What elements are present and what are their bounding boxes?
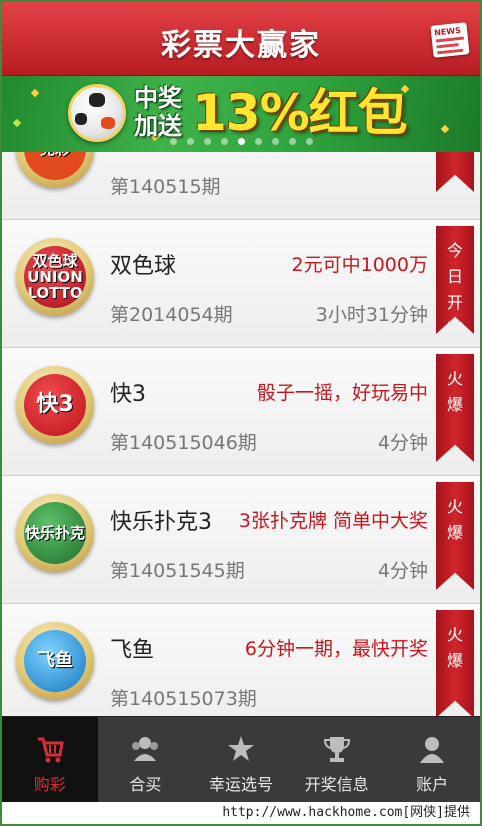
tab-label: 购彩 [33, 775, 66, 794]
ribbon-badge: 今 日 开 奖 [436, 226, 474, 334]
lottery-promo: 2元可中1000万 [291, 254, 428, 276]
lottery-row-shuangseqiu[interactable]: 双色球 UNION LOTTO 双色球 2元可中1000万 第2014054期 … [2, 220, 480, 348]
lottery-list: 竞彩 第140515期 奖 双色球 UNION LOTTO 双色球 2元可中10… [2, 152, 480, 716]
user-icon [420, 737, 445, 763]
app-title: 彩票大赢家 [161, 28, 321, 63]
tab-label: 幸运选号 [208, 775, 273, 794]
watermark-footer: http://www.hackhome.com[网侠]提供 [2, 802, 480, 824]
lottery-row-kuai3[interactable]: 快3 快3 骰子一摇，好玩易中 第140515046期 4分钟 火 爆 [2, 348, 480, 476]
lottery-issue: 第14051545期 [110, 560, 245, 582]
tab-buy-lottery[interactable]: 购彩 [2, 717, 98, 802]
lottery-promo: 6分钟一期，最快开奖 [244, 638, 428, 660]
lottery-issue: 第140515073期 [110, 688, 257, 710]
tab-label: 合买 [129, 775, 162, 794]
tab-group-buy[interactable]: 合买 [98, 717, 194, 802]
tab-account[interactable]: 账户 [384, 717, 480, 802]
banner-pagination [2, 130, 480, 149]
news-tag: NEWS [433, 25, 462, 38]
lottery-name: 快3 [110, 382, 146, 407]
lottery-promo: 骰子一摇，好玩易中 [256, 382, 428, 404]
ribbon-badge: 火 爆 [436, 354, 474, 462]
lottery-row-feiyu[interactable]: 飞鱼 飞鱼 6分钟一期，最快开奖 第140515073期 火 爆 [2, 604, 480, 716]
ribbon-badge: 火 爆 [436, 482, 474, 590]
lottery-name: 双色球 [110, 254, 177, 279]
lottery-name: 快乐扑克3 [110, 510, 212, 535]
lottery-row-poker[interactable]: 快乐扑克 快乐扑克3 3张扑克牌 简单中大奖 第14051545期 4分钟 火 … [2, 476, 480, 604]
lottery-issue: 第2014054期 [110, 304, 233, 326]
bottom-tab-bar: 购彩 合买 幸运选号 开奖信息 账户 [2, 716, 480, 802]
ribbon-badge: 火 爆 [436, 610, 474, 716]
ribbon-badge: 奖 [436, 152, 474, 192]
countdown: 4分钟 [377, 560, 428, 582]
tab-lucky-pick[interactable]: 幸运选号 [193, 717, 289, 802]
lottery-issue: 第140515期 [110, 176, 221, 198]
news-icon[interactable]: NEWS [430, 22, 470, 58]
jingcai-icon: 竞彩 [16, 152, 94, 188]
app-frame: 彩票大赢家 NEWS 中奖 加送 13%红包 竞彩 [0, 0, 482, 826]
dice-icon: 快3 [16, 366, 94, 444]
lottery-name: 飞鱼 [110, 638, 155, 663]
promo-banner[interactable]: 中奖 加送 13%红包 [2, 76, 480, 152]
tab-label: 账户 [416, 775, 449, 794]
trophy-icon [323, 737, 350, 762]
cart-icon [37, 737, 64, 763]
lottery-row-jingcai[interactable]: 竞彩 第140515期 奖 [2, 152, 480, 220]
flying-fish-icon: 飞鱼 [16, 622, 94, 700]
countdown: 4分钟 [377, 432, 428, 454]
lottery-issue: 第140515046期 [110, 432, 257, 454]
app-header: 彩票大赢家 NEWS [2, 2, 480, 76]
tab-label: 开奖信息 [304, 775, 369, 794]
star-icon [227, 736, 254, 761]
group-icon [132, 737, 159, 761]
countdown: 3小时31分钟 [315, 304, 428, 326]
shuangseqiu-icon: 双色球 UNION LOTTO [16, 238, 94, 316]
poker-cards-icon: 快乐扑克 [16, 494, 94, 572]
tab-draw-results[interactable]: 开奖信息 [289, 717, 385, 802]
lottery-promo: 3张扑克牌 简单中大奖 [238, 510, 428, 532]
